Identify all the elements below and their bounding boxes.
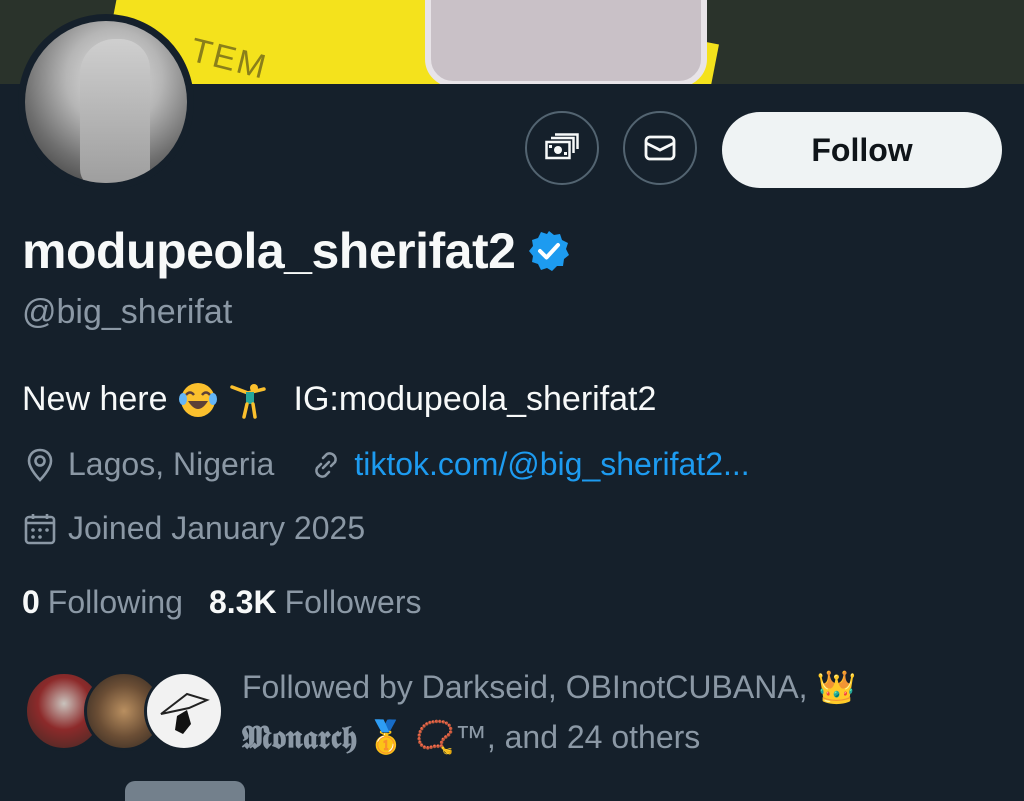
joined-text: Joined January 2025 xyxy=(68,510,366,546)
location-pin-icon xyxy=(27,448,53,482)
envelope-icon xyxy=(644,135,676,161)
name-row: modupeola_sherifat2 xyxy=(22,222,571,280)
display-name: modupeola_sherifat2 xyxy=(22,223,516,279)
mutual-avatar-3 xyxy=(144,671,224,751)
user-handle: @big_sherifat xyxy=(22,293,233,331)
banner-phone xyxy=(425,0,707,84)
website-link[interactable]: tiktok.com/@big_sherifat2... xyxy=(354,446,749,483)
verified-badge-icon[interactable] xyxy=(527,229,571,273)
glider-logo-icon xyxy=(160,692,210,734)
profile-avatar[interactable] xyxy=(18,14,194,190)
joined-row: Joined January 2025 xyxy=(22,510,365,547)
location-text: Lagos, Nigeria xyxy=(68,446,275,482)
followers-count: 8.3K xyxy=(208,584,277,620)
followed-by-text[interactable]: Followed by Darkseid, OBInotCUBANA, 👑 𝕸𝖔… xyxy=(242,662,942,762)
follow-stats: 0 Following 8.3K Followers xyxy=(22,584,447,621)
calendar-icon xyxy=(24,513,56,544)
following-stat[interactable]: 0 Following xyxy=(22,584,183,621)
followed-by-rest: 🥇 📿™, and 24 others xyxy=(366,719,701,755)
followers-label: Followers xyxy=(284,584,422,620)
followed-by-line1: Followed by Darkseid, OBInotCUBANA, 👑 xyxy=(242,669,857,705)
bottom-tab-partial[interactable] xyxy=(125,781,245,801)
following-label: Following xyxy=(47,584,183,620)
tip-button[interactable] xyxy=(525,111,599,185)
following-count: 0 xyxy=(22,584,40,620)
cartwheel-emoji-icon xyxy=(229,384,266,419)
avatar-photo xyxy=(25,21,187,183)
followed-by-line2: 𝕸𝖔𝖓𝖆𝖗𝖈𝖍 🥇 📿™, and 24 others xyxy=(242,712,942,762)
bio-text-prefix: New here xyxy=(22,379,168,418)
link-icon xyxy=(315,451,338,478)
location-row: Lagos, Nigeria tiktok.com/@big_sherifat2… xyxy=(22,446,750,483)
avatar-figure xyxy=(80,39,150,183)
followers-stat[interactable]: 8.3K Followers xyxy=(209,584,422,621)
monarch-name: 𝕸𝖔𝖓𝖆𝖗𝖈𝖍 xyxy=(242,718,358,756)
bio-text-suffix: IG:modupeola_sherifat2 xyxy=(293,379,657,418)
follow-button[interactable]: Follow xyxy=(722,112,1002,188)
laughing-emoji-icon xyxy=(178,383,217,417)
message-button[interactable] xyxy=(623,111,697,185)
money-icon xyxy=(545,133,579,160)
profile-bio: New here IG:modupeola_sherifat2 xyxy=(22,379,656,419)
